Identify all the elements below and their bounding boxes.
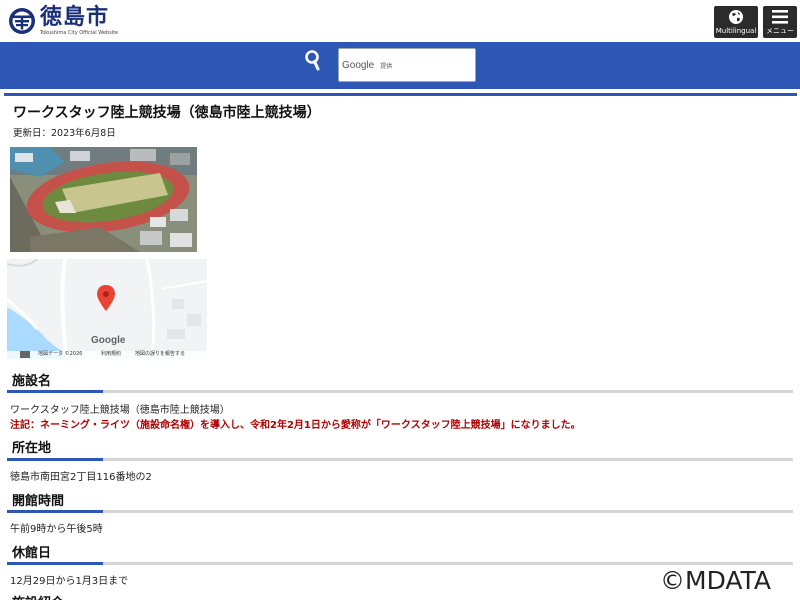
section-heading-closed-days: 休館日	[12, 546, 52, 561]
map-google-logo: Google	[91, 335, 126, 346]
section-heading-facility-intro: 施設紹介	[12, 592, 64, 600]
watermark: ©MDATA	[656, 566, 775, 595]
menu-label: メニュー	[766, 27, 794, 35]
city-emblem-icon	[9, 8, 35, 34]
search-icon[interactable]	[304, 50, 322, 72]
section-divider	[7, 458, 793, 461]
multilingual-button[interactable]: Multilingual	[714, 6, 758, 38]
section-heading-facility-name: 施設名	[12, 374, 52, 389]
site-header: 徳島市 Tokushima City Official Website Mult…	[0, 0, 800, 42]
keyboard-icon[interactable]	[20, 351, 30, 358]
site-title: 徳島市	[40, 5, 110, 30]
section-heading-address: 所在地	[12, 441, 52, 456]
closed-days-text: 12月29日から1月3日まで	[10, 576, 129, 587]
section-divider	[7, 510, 793, 513]
section-divider	[7, 562, 793, 565]
search-bar: Google 提供	[0, 42, 800, 89]
section-heading-opening-hours: 開館時間	[12, 494, 65, 509]
menu-button[interactable]: メニュー	[763, 6, 797, 38]
multilingual-label: Multilingual	[715, 27, 757, 35]
section-divider	[7, 390, 793, 393]
address-text: 徳島市南田宮2丁目116番地の2	[10, 472, 152, 483]
map-footer-data: 地図データ ©2026	[38, 351, 83, 357]
header-divider	[4, 93, 797, 96]
site-logo-link[interactable]: 徳島市 Tokushima City Official Website	[8, 6, 118, 36]
map-footer-report[interactable]: 地図の誤りを報告する	[135, 350, 185, 357]
stadium-aerial-photo	[10, 147, 197, 252]
naming-rights-note: 注記：ネーミング・ライツ（施設命名権）を導入し、令和2年2月1日から愛称が「ワー…	[10, 420, 581, 431]
map-pin-icon[interactable]	[97, 285, 115, 311]
opening-hours-text: 午前9時から午後5時	[10, 524, 103, 535]
facility-name-text: ワークスタッフ陸上競技場（徳島市陸上競技場）	[10, 405, 230, 416]
site-subtitle: Tokushima City Official Website	[40, 30, 119, 36]
map-footer-terms[interactable]: 利用規約	[101, 350, 121, 357]
updated-date: 更新日：2023年6月8日	[13, 128, 116, 139]
google-map[interactable]: Google 地図データ ©2026 利用規約 地図の誤りを報告する	[7, 259, 207, 359]
hamburger-icon	[772, 10, 788, 24]
page-title: ワークスタッフ陸上競技場（徳島市陸上競技場）	[13, 105, 321, 121]
globe-icon	[729, 10, 743, 24]
search-input-box[interactable]: Google 提供	[338, 48, 476, 82]
